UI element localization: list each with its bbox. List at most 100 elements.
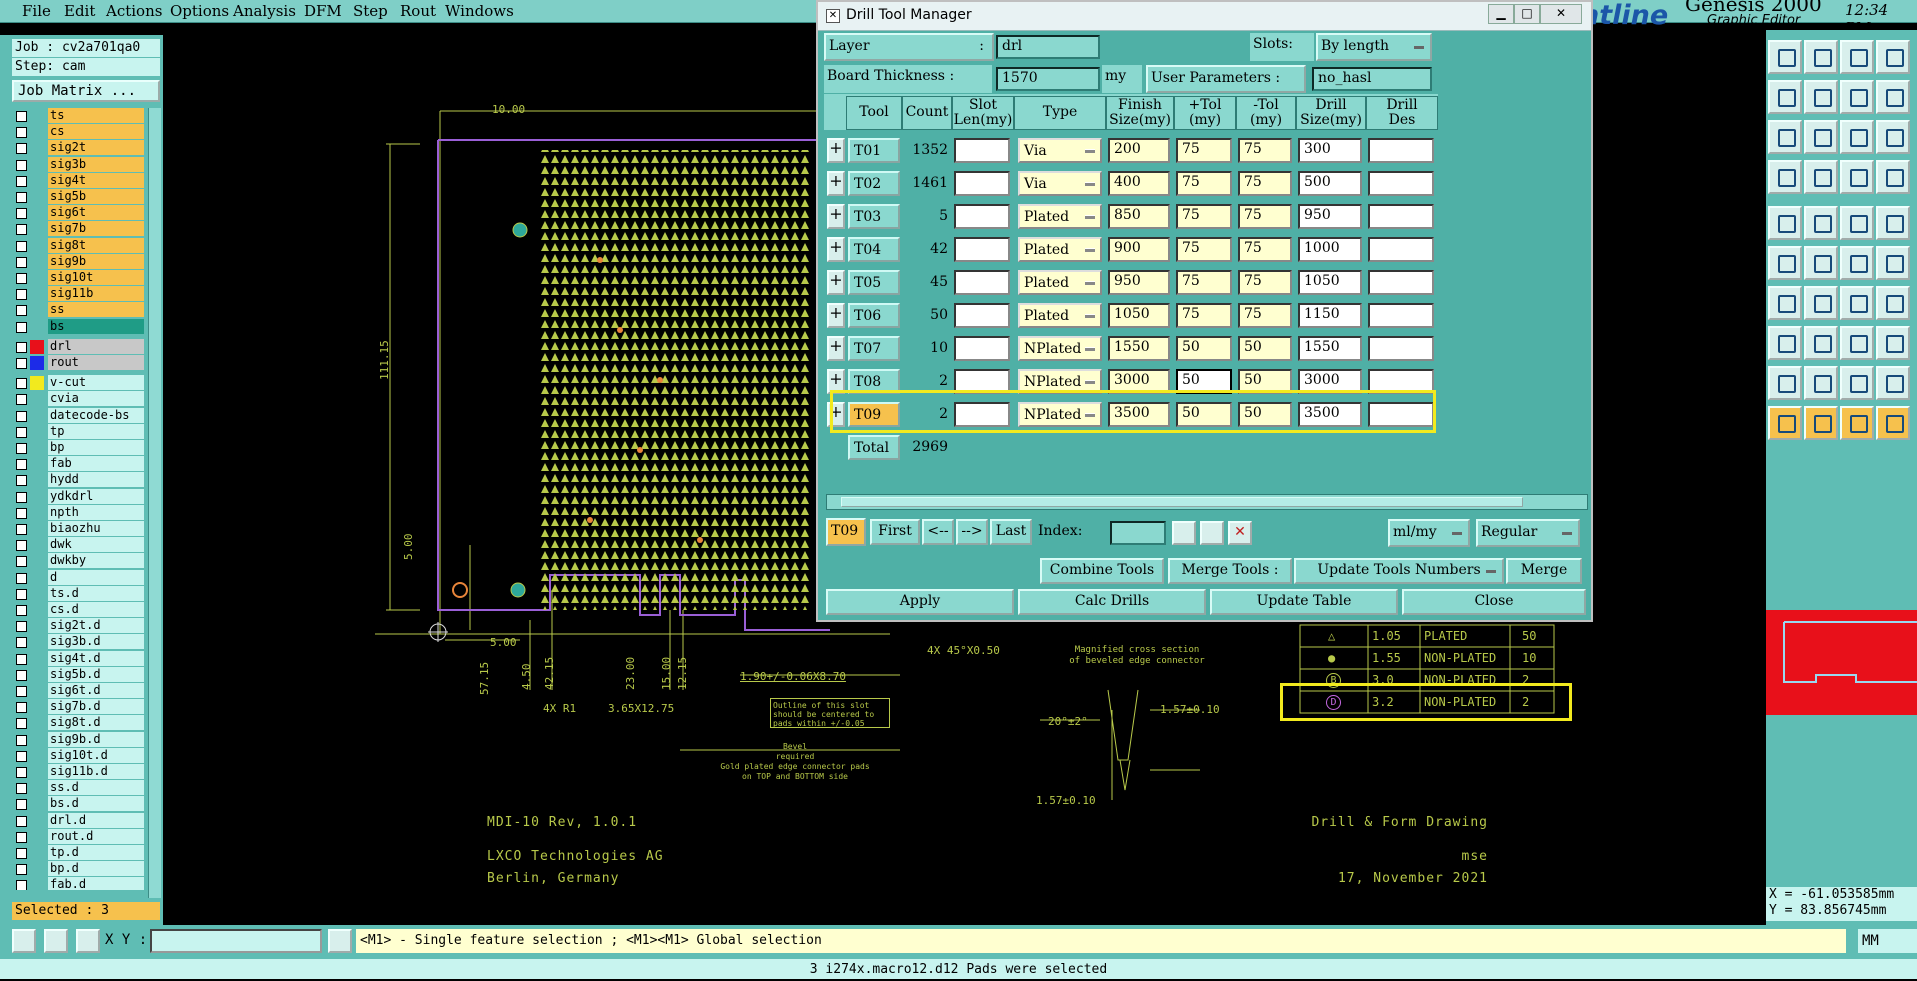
layer-name[interactable]: tp.d bbox=[48, 845, 144, 860]
toolbar-window-icon[interactable] bbox=[1840, 366, 1874, 400]
layer-checkbox[interactable] bbox=[16, 491, 27, 503]
drill-size-input[interactable]: 1000 bbox=[1298, 237, 1362, 262]
toolbar-help-icon[interactable] bbox=[1768, 120, 1802, 154]
layer-name[interactable]: fab.d bbox=[48, 877, 144, 890]
layer-row-sig9b-d[interactable]: sig9b.d bbox=[12, 731, 148, 748]
layer-checkbox[interactable] bbox=[16, 208, 27, 220]
drill-size-input[interactable]: 1150 bbox=[1298, 303, 1362, 328]
type-dropdown[interactable]: Plated bbox=[1018, 303, 1102, 328]
slot-length-input[interactable] bbox=[954, 336, 1010, 361]
layer-checkbox[interactable] bbox=[16, 734, 27, 746]
column-header-tool[interactable]: Tool bbox=[846, 96, 902, 130]
toolbar-help-icon[interactable] bbox=[1876, 246, 1910, 280]
column-header-type[interactable]: Type bbox=[1014, 96, 1106, 130]
layer-row-v-cut[interactable]: v-cut bbox=[12, 375, 148, 391]
layer-row-sig9b[interactable]: sig9b bbox=[12, 253, 148, 270]
plus-tol-input[interactable]: 75 bbox=[1176, 270, 1232, 295]
dialog-titlebar[interactable]: ✕ Drill Tool Manager ▁ □ ✕ bbox=[818, 2, 1591, 31]
layer-row-bp[interactable]: bp bbox=[12, 440, 148, 456]
job-matrix-button[interactable]: Job Matrix ... bbox=[12, 80, 160, 102]
plus-tol-input[interactable]: 75 bbox=[1176, 138, 1232, 163]
drill-des-input[interactable] bbox=[1368, 270, 1434, 295]
slot-length-input[interactable] bbox=[954, 171, 1010, 196]
layer-row-sig8t-d[interactable]: sig8t.d bbox=[12, 715, 148, 731]
layer-name[interactable]: dwkby bbox=[48, 553, 144, 569]
drill-size-input[interactable]: 1550 bbox=[1298, 336, 1362, 361]
first-button[interactable]: First bbox=[870, 519, 920, 545]
measure-tool-icon[interactable] bbox=[44, 929, 68, 953]
toolbar-window-icon[interactable] bbox=[1804, 326, 1838, 360]
plus-tol-input[interactable]: 75 bbox=[1176, 237, 1232, 262]
layer-name[interactable]: dwk bbox=[48, 537, 144, 553]
expand-row-icon[interactable]: + bbox=[827, 303, 845, 328]
layer-name[interactable]: sig9b bbox=[48, 253, 144, 269]
finish-size-input[interactable]: 950 bbox=[1108, 270, 1170, 295]
layer-name[interactable]: sig6t.d bbox=[48, 683, 144, 698]
layer-name[interactable]: bp.d bbox=[48, 861, 144, 877]
layer-checkbox[interactable] bbox=[16, 686, 27, 697]
layer-name[interactable]: bs.d bbox=[48, 796, 144, 812]
slots-dropdown[interactable]: By length bbox=[1316, 33, 1432, 61]
layer-row-sig11b[interactable]: sig11b bbox=[12, 286, 148, 302]
layer-checkbox[interactable] bbox=[16, 880, 27, 890]
layer-name[interactable]: cs bbox=[48, 124, 144, 140]
finish-size-input[interactable]: 200 bbox=[1108, 138, 1170, 163]
slot-length-input[interactable] bbox=[954, 138, 1010, 163]
slot-length-input[interactable] bbox=[954, 204, 1010, 229]
layer-name[interactable]: ss.d bbox=[48, 780, 144, 796]
layer-row-sig8t[interactable]: sig8t bbox=[12, 237, 148, 254]
layer-row-tp-d[interactable]: tp.d bbox=[12, 845, 148, 861]
board-thickness-field[interactable]: 1570 bbox=[996, 67, 1100, 91]
toolbar-home-icon[interactable] bbox=[1840, 246, 1874, 280]
layer-row-sig4t-d[interactable]: sig4t.d bbox=[12, 650, 148, 667]
toolbar-home-icon[interactable] bbox=[1876, 80, 1910, 114]
drill-size-input[interactable]: 500 bbox=[1298, 171, 1362, 196]
layer-name[interactable]: ydkdrl bbox=[48, 488, 144, 504]
update-table-button[interactable]: Update Table bbox=[1210, 589, 1398, 615]
delete-icon[interactable]: ✕ bbox=[1228, 521, 1252, 545]
user-parameters-button[interactable]: User Parameters : bbox=[1146, 65, 1306, 93]
layer-name[interactable]: hydd bbox=[48, 472, 144, 488]
last-button[interactable]: Last bbox=[990, 519, 1032, 545]
layer-checkbox[interactable] bbox=[16, 341, 27, 353]
toolbar-help-icon[interactable] bbox=[1804, 160, 1838, 194]
toolbar-help-icon[interactable] bbox=[1804, 366, 1838, 400]
layer-checkbox[interactable] bbox=[16, 669, 27, 681]
prev-button[interactable]: <-- bbox=[922, 519, 954, 545]
mode-dropdown[interactable]: Regular bbox=[1476, 519, 1580, 547]
toolbar-save-icon[interactable] bbox=[1768, 206, 1802, 240]
hscroll-thumb[interactable] bbox=[841, 497, 1523, 507]
layer-name[interactable]: sig10t.d bbox=[48, 747, 144, 763]
layer-name[interactable]: sig4t.d bbox=[48, 650, 144, 666]
minus-tol-input[interactable]: 75 bbox=[1238, 270, 1292, 295]
merge-button[interactable]: Merge bbox=[1506, 558, 1582, 584]
tool-id[interactable]: T05 bbox=[848, 270, 900, 295]
toolbar-open-icon[interactable] bbox=[1840, 326, 1874, 360]
layer-row-tp[interactable]: tp bbox=[12, 423, 148, 440]
layer-checkbox[interactable] bbox=[16, 289, 27, 301]
column-header-slot[interactable]: Slot Len(my) bbox=[952, 96, 1014, 130]
layer-name[interactable]: fab bbox=[48, 456, 144, 472]
layer-checkbox[interactable] bbox=[16, 718, 27, 730]
type-dropdown[interactable]: Plated bbox=[1018, 204, 1102, 229]
plus-tol-input[interactable]: 75 bbox=[1176, 303, 1232, 328]
tool-id[interactable]: T01 bbox=[848, 138, 900, 163]
layer-row-sig10t-d[interactable]: sig10t.d bbox=[12, 747, 148, 764]
toolbar-save-icon[interactable] bbox=[1840, 80, 1874, 114]
layer-checkbox[interactable] bbox=[16, 443, 27, 454]
minus-tol-input[interactable]: 75 bbox=[1238, 171, 1292, 196]
layer-checkbox[interactable] bbox=[16, 143, 27, 155]
layer-name[interactable]: rout bbox=[48, 355, 144, 370]
layer-checkbox[interactable] bbox=[16, 653, 27, 665]
layer-checkbox[interactable] bbox=[16, 394, 27, 406]
toolbar-window-icon[interactable] bbox=[1840, 160, 1874, 194]
layer-checkbox[interactable] bbox=[16, 240, 27, 252]
toolbar-home-icon[interactable] bbox=[1768, 160, 1802, 194]
index-field[interactable] bbox=[1110, 521, 1166, 545]
layer-row-bp-d[interactable]: bp.d bbox=[12, 861, 148, 877]
apply-button[interactable]: Apply bbox=[826, 589, 1014, 615]
layer-name[interactable]: ts.d bbox=[48, 585, 144, 601]
layer-name[interactable]: cs.d bbox=[48, 602, 144, 617]
finish-size-input[interactable]: 850 bbox=[1108, 204, 1170, 229]
toolbar-open-icon[interactable] bbox=[1804, 286, 1838, 320]
